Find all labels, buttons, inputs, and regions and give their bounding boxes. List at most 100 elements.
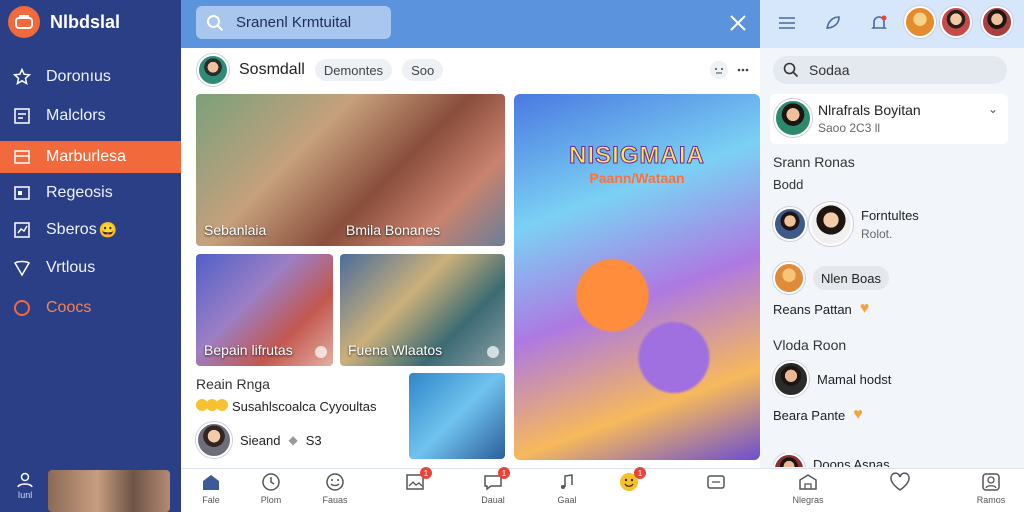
music-icon [556,471,578,493]
section-title: Vloda Roon [773,337,847,353]
post-photo-group[interactable]: Sebanlaia Bmila Bonanes [196,94,505,246]
close-icon[interactable] [725,10,751,36]
sidebar-item-6[interactable]: Coocs [0,292,181,324]
sidebar-item-label: Sberos [46,221,97,238]
reaction-icon[interactable] [709,60,729,80]
menu-icon[interactable] [774,10,800,36]
chevron-down-icon[interactable]: ⌄ [988,102,998,116]
sidebar-item-4[interactable]: Sberos 😀 [0,214,181,246]
share-count: S3 [305,432,322,448]
section-subtitle: Bodd [773,177,804,192]
nav-music[interactable]: Gaal [537,471,597,511]
reaction-row[interactable]: Beara Pante ♥ [773,406,863,424]
nav-emoji[interactable]: 1 [599,467,659,511]
sidebar-item-label: Doronıus [46,68,111,85]
search-text: Sranenl Krmtuital [236,14,352,31]
chat-icon: 1 [482,467,510,493]
sharer-name: Sieand [240,432,281,448]
nav-store[interactable]: Nlegras [778,471,838,511]
nav-home[interactable]: Fale [181,471,241,511]
nav-label: Fauas [322,495,348,505]
sidebar-item-label: Malclors [46,107,106,124]
friend-avatar[interactable] [809,202,853,246]
feed: Sosmdall Demontes Soo Sebanlaia Bmila Bo… [181,48,760,468]
photo-caption: Bepain lifrutas [204,342,293,358]
sidebar-item-0[interactable]: Doronıus [0,61,181,93]
group-pill[interactable]: Nlen Boas [813,266,889,290]
nav-chat[interactable]: 1 Daual [463,467,523,511]
post-photo-cartoon[interactable] [409,373,505,459]
search-input[interactable]: Sranenl Krmtuital [196,6,391,39]
poster-title: NISIGMAIA [569,142,705,170]
group-avatar[interactable] [773,262,805,294]
nav-gallery[interactable] [686,471,746,511]
grid-icon [12,106,32,126]
friend-row[interactable]: Forntultes Rolot. [773,202,919,246]
store-icon [797,471,819,493]
sidebar-bottom: Iunl [0,466,181,512]
top-bar: Sranenl Krmtuital [181,0,760,48]
person-row[interactable]: Mamal hodst [773,361,891,397]
contact-avatar[interactable] [940,6,972,38]
sharer-avatar[interactable] [196,422,232,458]
brand-logo-icon [8,6,40,38]
reaction-row[interactable]: Reans Pattan ♥ [773,300,869,318]
group-row[interactable]: Nlen Boas [773,262,889,294]
right-panel: Sodaa Nlrafrals Boyitan Saoo 2C3 ll ⌄ Sr… [760,48,1024,468]
heart-icon [889,471,911,493]
expand-icon[interactable] [487,346,499,358]
sidebar: Nlbdslal Doronıus Malclors Marburlesa Re… [0,0,181,512]
panel-search-input[interactable]: Sodaa [773,56,1007,84]
nav-favorites[interactable] [870,471,930,511]
post-photo-outdoor[interactable]: Fuena Wlaatos [340,254,505,366]
sidebar-item-3[interactable]: Regeosis [0,177,181,209]
expand-icon[interactable] [315,346,327,358]
emoji-icon: 1 [618,467,646,493]
sidebar-item-1[interactable]: Malclors [0,100,181,132]
feather-icon[interactable] [820,10,846,36]
shield-icon [12,258,32,278]
sidebar-home-button[interactable]: Iunl [6,470,44,510]
sidebar-photo-strip[interactable] [48,470,170,512]
brand[interactable]: Nlbdslal [8,6,120,38]
tag-chip[interactable]: Soo [402,59,444,81]
right-topbar [760,0,1024,48]
sidebar-item-2[interactable]: Marburlesa [0,141,181,173]
person-avatar[interactable] [773,361,809,397]
contact-avatar[interactable] [904,6,936,38]
game-poster[interactable]: NISIGMAIA Paann/Wataan [514,94,760,460]
sidebar-item-label: Vrtlous [46,259,96,276]
clock-icon [260,471,282,493]
nav-label: Gaal [557,495,577,505]
post-photo-portrait[interactable]: Bepain lifrutas [196,254,333,366]
card-icon [12,183,32,203]
person-row[interactable]: Doons Asnas [773,453,890,467]
nav-smile[interactable]: Fauas [305,471,365,511]
more-icon[interactable] [737,68,749,72]
nav-image[interactable]: 1 [385,467,445,511]
contact-avatar[interactable] [981,6,1013,38]
poster-subtitle: Paann/Wataan [589,170,685,186]
heart-icon: ♥ [859,300,870,317]
tag-chip[interactable]: Demontes [314,59,393,81]
circle-icon [12,298,32,318]
notification-badge: 1 [634,467,646,479]
friend-sub: Rolot. [861,226,893,241]
friend-avatar[interactable] [773,207,807,241]
notification-bell-icon[interactable] [866,10,892,36]
share-line[interactable]: Sieand ◆ S3 [196,422,322,458]
profile-card[interactable]: Nlrafrals Boyitan Saoo 2C3 ll ⌄ [770,94,1008,144]
sidebar-home-label: Iunl [17,490,33,500]
author-name[interactable]: Sosmdall [239,61,305,79]
person-avatar[interactable] [773,453,805,467]
sidebar-item-5[interactable]: Vrtlous [0,252,181,284]
nav-profile[interactable]: Ramos [961,471,1021,511]
author-avatar[interactable] [197,54,229,86]
smile-emoji-icon: 😀 [98,222,118,239]
profile-avatar[interactable] [774,99,812,137]
sidebar-item-label: Coocs [46,299,92,316]
gallery-icon [705,471,727,493]
nav-clock[interactable]: Plom [241,471,301,511]
reactions-text: Susahlscoalca Cyyoultas [232,399,377,414]
reactions-line[interactable]: Susahlscoalca Cyyoultas [196,399,377,414]
